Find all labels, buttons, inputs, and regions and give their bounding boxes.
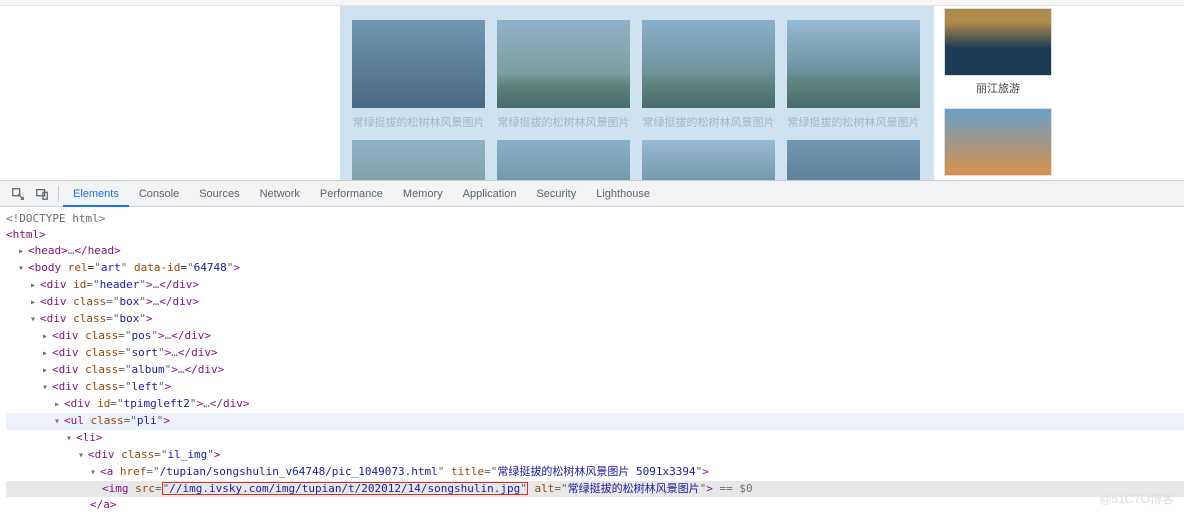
- tab-lighthouse[interactable]: Lighthouse: [586, 181, 660, 207]
- devtools-tabs: Elements Console Sources Network Perform…: [63, 181, 660, 207]
- tab-security[interactable]: Security: [526, 181, 586, 207]
- side-card[interactable]: 茶卡盐湖旅游: [944, 108, 1052, 180]
- grid-card[interactable]: [642, 140, 775, 180]
- tab-elements[interactable]: Elements: [63, 181, 129, 207]
- dom-a-close[interactable]: </a>: [6, 497, 1184, 513]
- dom-li[interactable]: <li>: [6, 430, 1184, 447]
- dom-doctype[interactable]: <!DOCTYPE html>: [6, 211, 1184, 227]
- dom-div-box[interactable]: <div class="box">…</div>: [6, 294, 1184, 311]
- dom-div-left[interactable]: <div class="left">: [6, 379, 1184, 396]
- image-grid: 常绿挺拔的松树林风景图片 常绿挺拔的松树林风景图片 常绿挺拔的松树林风景图片 常…: [352, 20, 927, 180]
- side-thumbnail: [944, 8, 1052, 76]
- grid-card[interactable]: 常绿挺拔的松树林风景图片: [642, 20, 775, 130]
- thumbnail-caption: 常绿挺拔的松树林风景图片: [642, 108, 775, 130]
- device-toggle-icon[interactable]: [34, 186, 50, 202]
- thumbnail: [497, 20, 630, 108]
- grid-card[interactable]: 常绿挺拔的松树林风景图片: [497, 20, 630, 130]
- dom-ul-pli[interactable]: <ul class="pli">: [6, 413, 1184, 430]
- watermark: @51CTO博客: [1099, 491, 1174, 507]
- dom-div-pos[interactable]: <div class="pos">…</div>: [6, 328, 1184, 345]
- toolbar-divider: [58, 186, 59, 202]
- dom-img-selected[interactable]: <img src="//img.ivsky.com/img/tupian/t/2…: [6, 481, 1184, 497]
- thumbnail: [497, 140, 630, 180]
- thumbnail: [787, 140, 920, 180]
- dom-div-tpimgleft2[interactable]: <div id="tpimgleft2">…</div>: [6, 396, 1184, 413]
- dom-div-header[interactable]: <div id="header">…</div>: [6, 277, 1184, 294]
- grid-card[interactable]: [352, 140, 485, 180]
- inspect-icon[interactable]: [10, 186, 26, 202]
- thumbnail-caption: 常绿挺拔的松树林风景图片: [497, 108, 630, 130]
- grid-card[interactable]: 常绿挺拔的松树林风景图片: [352, 20, 485, 130]
- dom-head[interactable]: <head>…</head>: [6, 243, 1184, 260]
- dom-a[interactable]: <a href="/tupian/songshulin_v64748/pic_1…: [6, 464, 1184, 481]
- dom-tree[interactable]: <!DOCTYPE html> <html> <head>…</head> <b…: [0, 207, 1184, 513]
- grid-card[interactable]: [787, 140, 920, 180]
- tab-performance[interactable]: Performance: [310, 181, 393, 207]
- tab-memory[interactable]: Memory: [393, 181, 453, 207]
- thumbnail: [352, 20, 485, 108]
- grid-card[interactable]: [497, 140, 630, 180]
- thumbnail: [352, 140, 485, 180]
- side-column: 丽江旅游 茶卡盐湖旅游: [944, 8, 1052, 180]
- side-caption: 丽江旅游: [944, 76, 1052, 102]
- dom-div-sort[interactable]: <div class="sort">…</div>: [6, 345, 1184, 362]
- dom-html-open[interactable]: <html>: [6, 227, 1184, 243]
- thumbnail: [642, 140, 775, 180]
- thumbnail-caption: 常绿挺拔的松树林风景图片: [352, 108, 485, 130]
- browser-chrome-bar: [0, 0, 1184, 6]
- dom-body-open[interactable]: <body rel="art" data-id="64748">: [6, 260, 1184, 277]
- thumbnail: [642, 20, 775, 108]
- grid-card[interactable]: 常绿挺拔的松树林风景图片: [787, 20, 920, 130]
- tab-network[interactable]: Network: [250, 181, 310, 207]
- tab-console[interactable]: Console: [129, 181, 189, 207]
- tab-sources[interactable]: Sources: [189, 181, 249, 207]
- thumbnail-caption: 常绿挺拔的松树林风景图片: [787, 108, 920, 130]
- side-card[interactable]: 丽江旅游: [944, 8, 1052, 102]
- side-thumbnail: [944, 108, 1052, 176]
- thumbnail: [787, 20, 920, 108]
- page-preview: 常绿挺拔的松树林风景图片 常绿挺拔的松树林风景图片 常绿挺拔的松树林风景图片 常…: [0, 0, 1184, 180]
- dom-div-il-img[interactable]: <div class="il_img">: [6, 447, 1184, 464]
- tab-application[interactable]: Application: [453, 181, 527, 207]
- devtools-toolbar: Elements Console Sources Network Perform…: [0, 181, 1184, 207]
- dom-div-album[interactable]: <div class="album">…</div>: [6, 362, 1184, 379]
- devtools-panel: Elements Console Sources Network Perform…: [0, 180, 1184, 513]
- dom-div-box[interactable]: <div class="box">: [6, 311, 1184, 328]
